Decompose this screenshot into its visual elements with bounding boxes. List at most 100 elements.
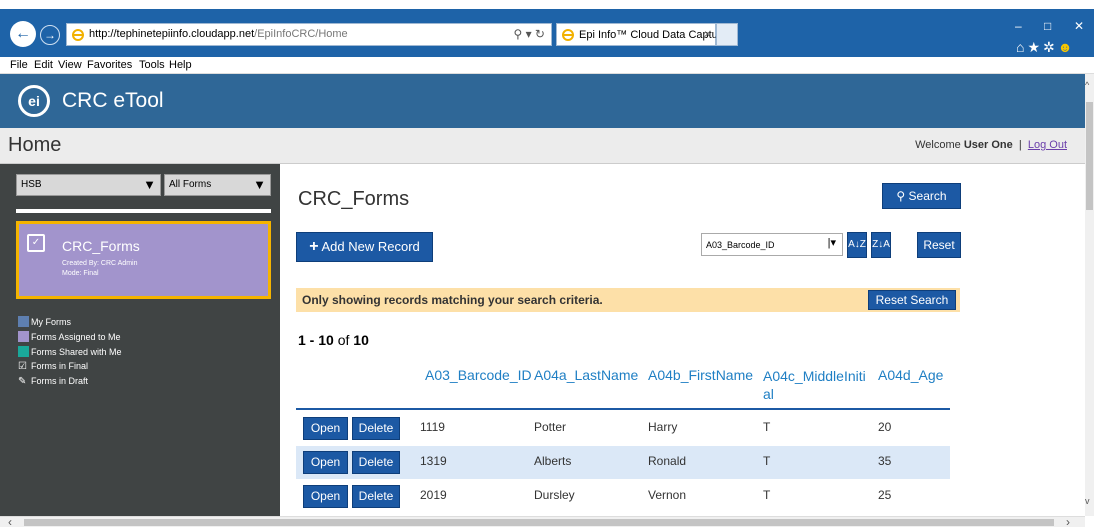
org-select-value: HSB	[21, 179, 42, 190]
cell-lastname: Potter	[534, 420, 567, 434]
form-card-mode: Mode: Final	[62, 270, 99, 277]
menu-help[interactable]: Help	[169, 59, 192, 71]
window-top-strip	[0, 0, 1094, 9]
vertical-scrollbar[interactable]: ^ v	[1085, 74, 1094, 516]
reset-button[interactable]: Reset	[917, 232, 961, 258]
form-card-name: CRC_Forms	[62, 238, 140, 254]
menu-file[interactable]: File	[10, 59, 28, 71]
open-button[interactable]: Open	[303, 417, 348, 440]
reset-search-button[interactable]: Reset Search	[868, 290, 956, 310]
legend-label: Forms in Draft	[31, 376, 89, 386]
legend-label: Forms Shared with Me	[31, 347, 122, 357]
cell-barcode: 2019	[420, 488, 447, 502]
forms-filter-select[interactable]: All Forms ▼	[164, 174, 271, 196]
forms-filter-value: All Forms	[169, 179, 212, 190]
delete-button[interactable]: Delete	[352, 451, 400, 474]
search-button[interactable]: ⚲ Search	[882, 183, 961, 209]
cell-age: 20	[878, 420, 892, 434]
toolbar-icons[interactable]: ⌂★✲☻	[1016, 39, 1076, 56]
user-name: User One	[963, 139, 1013, 151]
legend-my-forms: My Forms	[18, 316, 71, 327]
sort-field-select[interactable]: A03_Barcode_ID |▾	[701, 233, 843, 256]
welcome-separator: |	[1018, 139, 1022, 151]
settings-gear-icon[interactable]: ✲	[1043, 39, 1058, 55]
menu-favorites[interactable]: Favorites	[87, 59, 132, 71]
legend-label: My Forms	[31, 317, 71, 327]
legend-assigned: Forms Assigned to Me	[18, 331, 121, 342]
delete-button[interactable]: Delete	[352, 485, 400, 508]
open-button[interactable]: Open	[303, 451, 348, 474]
table-row: Open Delete 1119 Potter Harry T 20	[296, 412, 950, 445]
final-icon: ☑	[18, 361, 27, 372]
cell-barcode: 1319	[420, 454, 447, 468]
close-window-icon[interactable]: ✕	[1074, 19, 1084, 33]
address-bar[interactable]: http://tephinetepiinfo.cloudapp.net/EpiI…	[66, 23, 552, 46]
page-header: Home Welcome User One | Log Out	[0, 128, 1085, 164]
delete-button[interactable]: Delete	[352, 417, 400, 440]
sidebar-divider	[16, 209, 271, 213]
search-label: Search	[908, 189, 947, 203]
record-count: 1 - 10 of 10	[298, 332, 369, 348]
add-record-button[interactable]: + Add New Record	[296, 232, 433, 262]
cell-middleinitial: T	[763, 420, 771, 434]
column-header-lastname[interactable]: A04a_LastName	[534, 367, 638, 383]
legend-label: Forms in Final	[31, 361, 89, 371]
scroll-left-icon[interactable]: ‹	[8, 515, 12, 527]
main-content: CRC_Forms ⚲ Search + Add New Record A03_…	[280, 164, 1085, 516]
horizontal-scroll-thumb[interactable]	[24, 519, 1054, 526]
scroll-right-icon[interactable]: ›	[1066, 515, 1070, 527]
minimize-icon[interactable]: –	[1015, 19, 1022, 33]
logout-link[interactable]: Log Out	[1028, 139, 1067, 151]
horizontal-scrollbar[interactable]: ‹ ›	[0, 515, 1085, 527]
form-card[interactable]: ✓ CRC_Forms Created By: CRC Admin Mode: …	[16, 221, 271, 299]
column-header-middleinitial[interactable]: A04c_MiddleIniti al	[763, 367, 869, 403]
column-header-age[interactable]: A04d_Age	[878, 367, 943, 383]
form-title: CRC_Forms	[298, 188, 410, 210]
back-arrow-icon[interactable]: ←	[10, 21, 36, 47]
url-path: /EpiInfoCRC/Home	[254, 28, 348, 40]
sort-ascending-icon[interactable]: A↓Z	[847, 232, 867, 258]
legend-shared: Forms Shared with Me	[18, 346, 122, 357]
form-card-created-by: Created By: CRC Admin	[62, 260, 138, 267]
count-of: of	[333, 332, 354, 348]
maximize-icon[interactable]: □	[1044, 19, 1051, 33]
browser-menubar: File Edit View Favorites Tools Help	[0, 57, 1094, 74]
ei-logo-icon: ei	[18, 85, 50, 117]
browser-tab[interactable]: Epi Info™ Cloud Data Captu... ×	[556, 23, 727, 46]
page-title: Home	[8, 134, 62, 156]
table-row: Open Delete 2019 Dursley Vernon T 25	[296, 480, 950, 513]
cell-middleinitial: T	[763, 454, 771, 468]
app-header: ei CRC eTool	[0, 74, 1085, 128]
column-header-barcode[interactable]: A03_Barcode_ID	[425, 367, 532, 383]
welcome-text: Welcome	[915, 139, 964, 151]
search-refresh-icon[interactable]: ⚲ ▾ ↻	[513, 27, 545, 41]
cell-age: 35	[878, 454, 892, 468]
menu-view[interactable]: View	[58, 59, 82, 71]
scroll-down-icon[interactable]: v	[1085, 496, 1090, 506]
new-tab-button[interactable]	[716, 23, 738, 46]
address-url: http://tephinetepiinfo.cloudapp.net/EpiI…	[89, 28, 348, 40]
ie-favicon-icon	[72, 29, 84, 41]
cell-firstname: Ronald	[648, 454, 687, 468]
table-header-rule	[296, 408, 950, 410]
scroll-up-icon[interactable]: ^	[1085, 80, 1089, 90]
ie-favicon-icon	[562, 29, 574, 41]
chevron-down-icon: ▼	[143, 177, 156, 192]
sort-descending-icon[interactable]: Z↓A	[871, 232, 891, 258]
count-total: 10	[353, 332, 369, 348]
vertical-scroll-thumb[interactable]	[1086, 102, 1093, 210]
welcome-area: Welcome User One | Log Out	[915, 139, 1067, 151]
feedback-smiley-icon[interactable]: ☻	[1058, 39, 1076, 55]
favorites-star-icon[interactable]: ★	[1027, 39, 1043, 55]
org-select[interactable]: HSB ▼	[16, 174, 161, 196]
tab-close-icon[interactable]: ×	[704, 27, 711, 41]
plus-icon: +	[309, 238, 319, 255]
menu-tools[interactable]: Tools	[139, 59, 165, 71]
home-icon[interactable]: ⌂	[1016, 39, 1027, 55]
forward-arrow-icon[interactable]: →	[40, 25, 60, 45]
open-button[interactable]: Open	[303, 485, 348, 508]
menu-edit[interactable]: Edit	[34, 59, 53, 71]
count-range: 1 - 10	[298, 332, 334, 348]
column-header-firstname[interactable]: A04b_FirstName	[648, 367, 753, 383]
search-notice: Only showing records matching your searc…	[296, 288, 960, 312]
